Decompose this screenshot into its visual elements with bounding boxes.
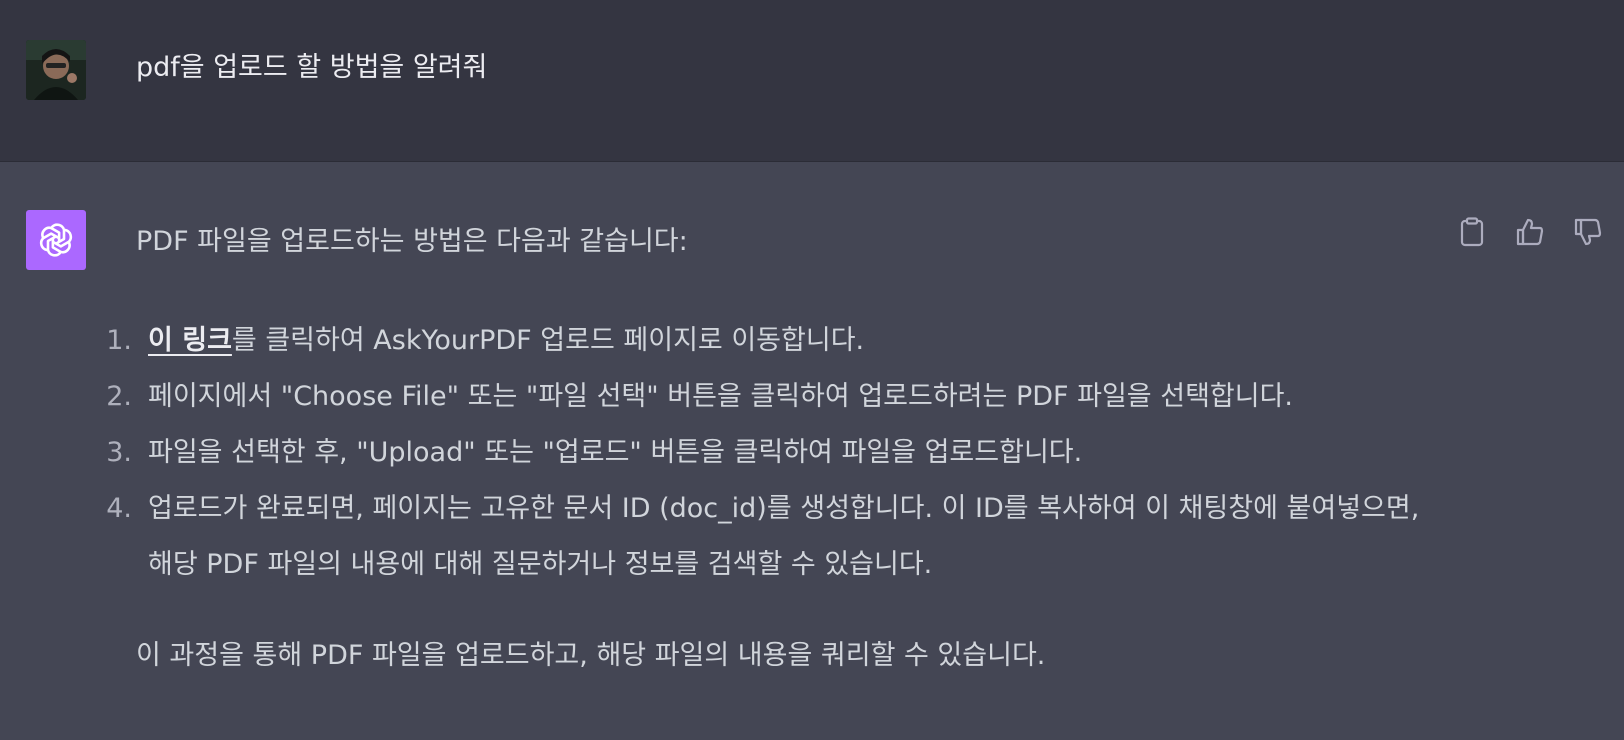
list-item: 1. 이 링크를 클릭하여 AskYourPDF 업로드 페이지로 이동합니다. <box>0 313 1428 369</box>
message-actions <box>1456 216 1604 248</box>
assistant-intro-text: PDF 파일을 업로드하는 방법은 다음과 같습니다: <box>136 226 688 257</box>
step-number: 3. <box>106 437 132 468</box>
askyourpdf-link[interactable]: 이 링크 <box>148 325 232 356</box>
list-item: 2. 페이지에서 "Choose File" 또는 "파일 선택" 버튼을 클릭… <box>0 369 1428 425</box>
thumbs-up-icon[interactable] <box>1514 216 1546 248</box>
step-text: 를 클릭하여 AskYourPDF 업로드 페이지로 이동합니다. <box>231 325 865 356</box>
step-text: 업로드가 완료되면, 페이지는 고유한 문서 ID (doc_id)를 생성합니… <box>148 493 1420 580</box>
assistant-closing-text: 이 과정을 통해 PDF 파일을 업로드하고, 해당 파일의 내용을 쿼리할 수… <box>136 640 1046 671</box>
user-message-row: pdf을 업로드 할 방법을 알려줘 <box>0 0 1624 162</box>
clipboard-icon[interactable] <box>1456 216 1488 248</box>
step-number: 2. <box>106 381 132 412</box>
list-item: 3. 파일을 선택한 후, "Upload" 또는 "업로드" 버튼을 클릭하여… <box>0 425 1428 481</box>
step-text: 페이지에서 "Choose File" 또는 "파일 선택" 버튼을 클릭하여 … <box>148 381 1294 412</box>
list-item: 4. 업로드가 완료되면, 페이지는 고유한 문서 ID (doc_id)를 생… <box>0 481 1428 593</box>
step-text: 파일을 선택한 후, "Upload" 또는 "업로드" 버튼을 클릭하여 파일… <box>148 437 1083 468</box>
user-avatar <box>26 40 86 100</box>
user-message-text: pdf을 업로드 할 방법을 알려줘 <box>136 52 488 83</box>
step-number: 1. <box>106 325 132 356</box>
steps-list: 1. 이 링크를 클릭하여 AskYourPDF 업로드 페이지로 이동합니다.… <box>0 313 1500 593</box>
openai-logo-icon <box>26 210 86 270</box>
step-number: 4. <box>106 493 132 524</box>
thumbs-down-icon[interactable] <box>1572 216 1604 248</box>
